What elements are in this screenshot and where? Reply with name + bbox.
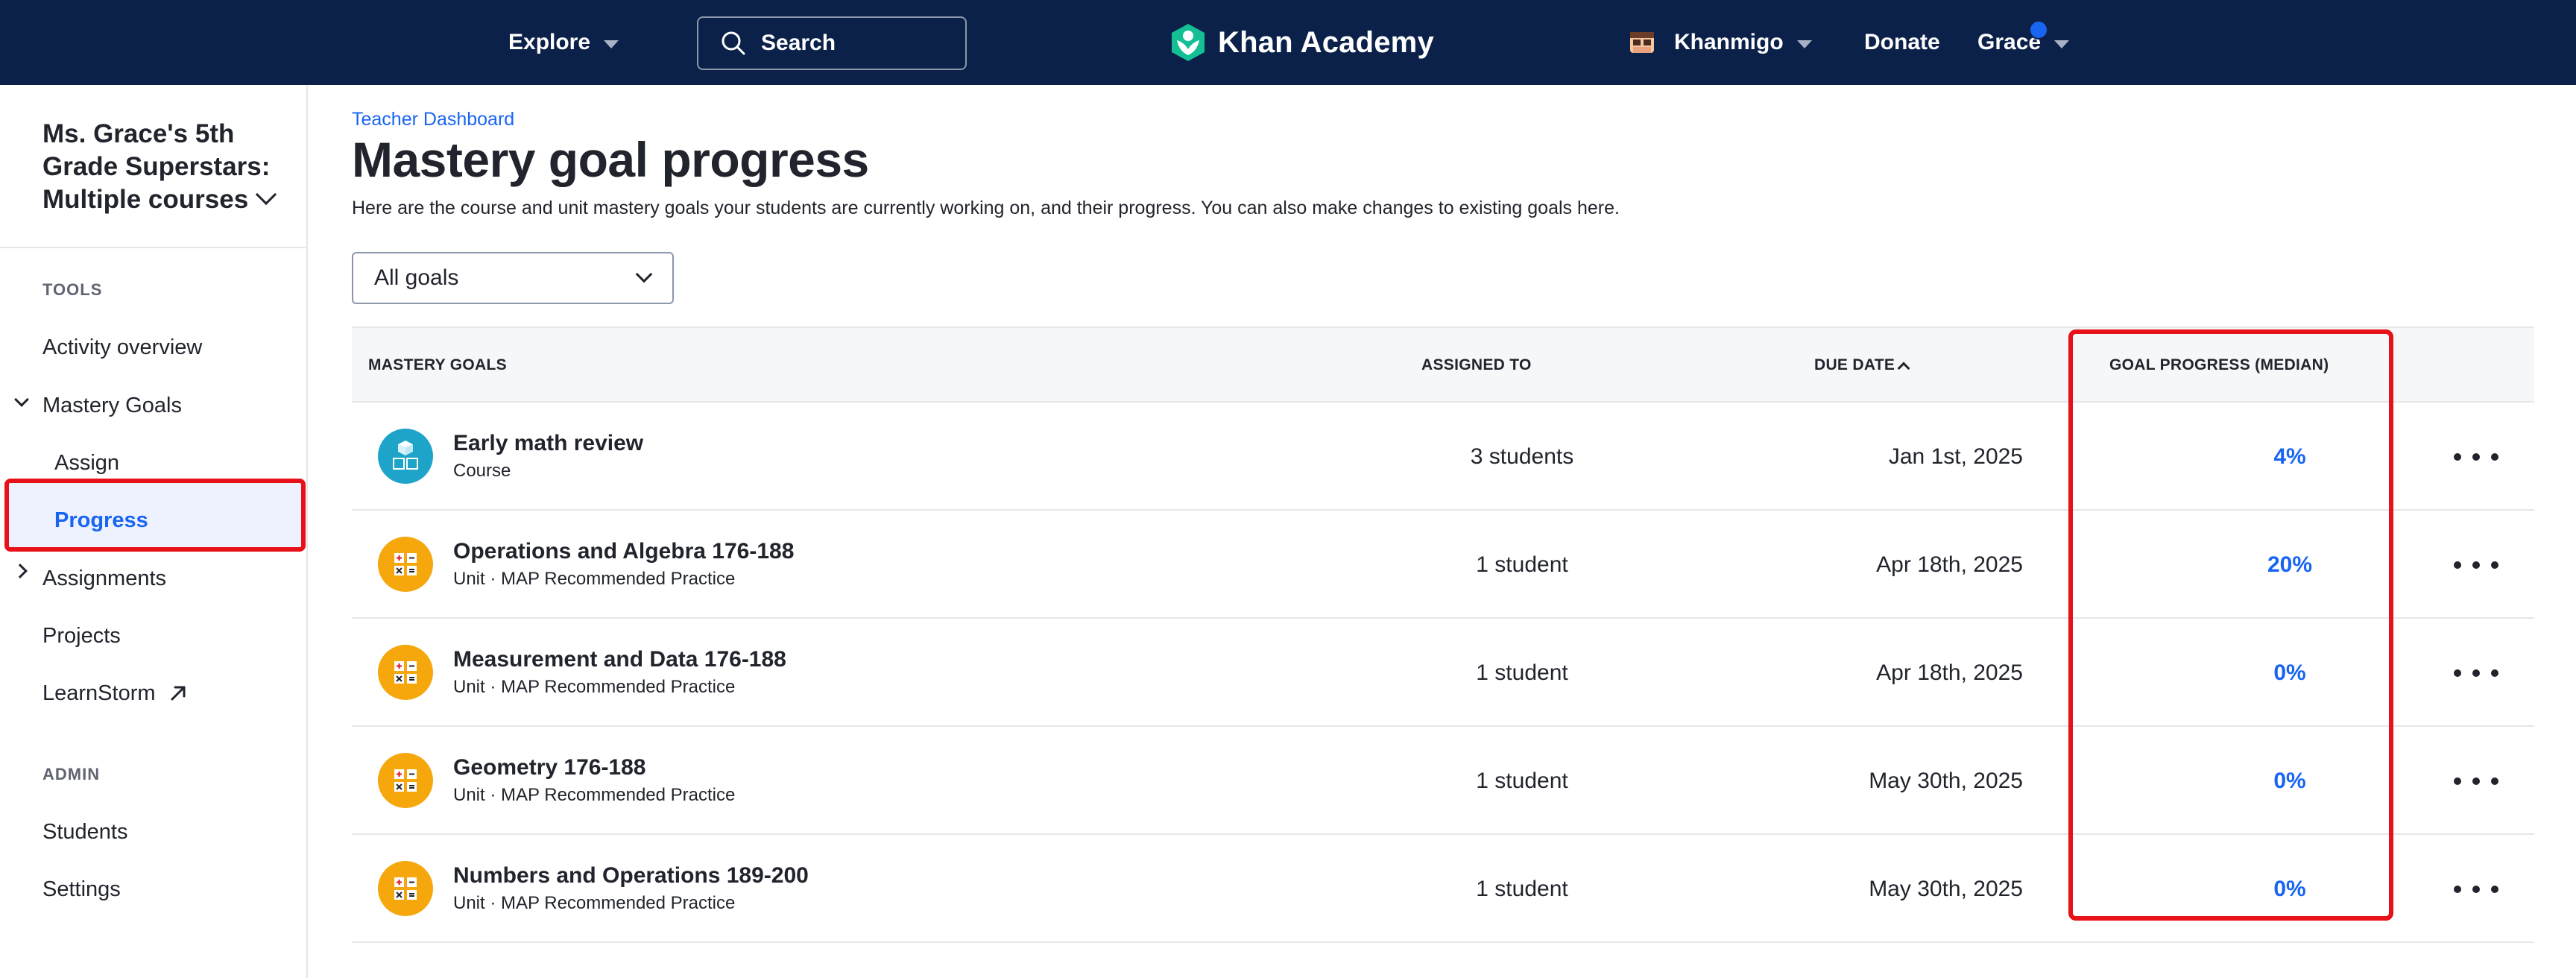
- chevron-down-icon[interactable]: [14, 392, 29, 407]
- goals-filter-value: All goals: [374, 265, 459, 290]
- sort-ascending-icon: [1897, 362, 1910, 375]
- caret-down-icon: [2054, 40, 2070, 48]
- due-date-value: May 30th, 2025: [1869, 768, 2023, 793]
- goal-subtitle: Unit · MAP Recommended Practice: [453, 893, 736, 913]
- search-button[interactable]: Search: [697, 16, 967, 70]
- sidebar-item-assign[interactable]: Assign: [54, 447, 119, 479]
- due-date-value: May 30th, 2025: [1869, 876, 2023, 901]
- sidebar-item-mastery-goals[interactable]: Mastery Goals: [42, 389, 182, 422]
- search-label: Search: [761, 31, 836, 55]
- highlight-box-progress: [4, 479, 306, 552]
- sidebar-item-label: LearnStorm: [42, 681, 156, 705]
- class-selector[interactable]: Ms. Grace's 5th Grade Superstars: Multip…: [42, 118, 288, 216]
- goal-title[interactable]: Measurement and Data 176-188: [453, 647, 786, 672]
- sidebar-item-assignments[interactable]: Assignments: [42, 562, 166, 595]
- user-menu[interactable]: Grace: [1977, 0, 2070, 85]
- sidebar-item-students[interactable]: Students: [42, 815, 127, 848]
- sidebar-item-label: Activity overview: [42, 335, 203, 359]
- khanmigo-label: Khanmigo: [1674, 30, 1784, 54]
- sidebar-item-projects[interactable]: Projects: [42, 619, 121, 652]
- tools-heading: TOOLS: [42, 280, 103, 299]
- donate-link[interactable]: Donate: [1864, 0, 1940, 85]
- more-options-icon[interactable]: [2454, 554, 2498, 576]
- column-header-mastery-goals: MASTERY GOALS: [368, 356, 507, 373]
- chevron-down-icon: [635, 265, 653, 283]
- column-header-assigned-to: ASSIGNED TO: [1421, 356, 1532, 373]
- chevron-down-icon: [256, 183, 277, 206]
- caret-down-icon: [604, 40, 619, 48]
- sidebar-item-label: Students: [42, 819, 128, 844]
- due-date-value: Apr 18th, 2025: [1876, 660, 2023, 685]
- due-date-value: Jan 1st, 2025: [1888, 444, 2023, 469]
- column-header-label: DUE DATE: [1814, 356, 1895, 373]
- notification-dot: [2029, 20, 2048, 40]
- external-link-icon: [171, 686, 186, 701]
- khanmigo-avatar-icon: [1630, 32, 1654, 53]
- goal-subtitle: Unit · MAP Recommended Practice: [453, 677, 736, 697]
- column-header-due-date[interactable]: DUE DATE: [1814, 328, 1910, 403]
- unit-icon: [378, 861, 433, 916]
- unit-icon: [378, 753, 433, 808]
- admin-heading: ADMIN: [42, 765, 101, 783]
- page-description: Here are the course and unit mastery goa…: [352, 198, 1620, 218]
- due-date-value: Apr 18th, 2025: [1876, 552, 2023, 577]
- sidebar-item-label: Mastery Goals: [42, 393, 182, 417]
- page-title: Mastery goal progress: [352, 132, 869, 187]
- goal-title[interactable]: Geometry 176-188: [453, 755, 646, 780]
- highlight-box-goal-progress: [2068, 329, 2393, 921]
- unit-icon: [378, 645, 433, 700]
- sidebar-divider: [0, 247, 306, 248]
- sidebar-item-activity-overview[interactable]: Activity overview: [42, 331, 202, 364]
- logo-text: Khan Academy: [1218, 25, 1434, 59]
- goal-subtitle: Course: [453, 461, 511, 481]
- sidebar-item-label: Projects: [42, 623, 121, 648]
- explore-menu[interactable]: Explore: [508, 0, 619, 85]
- goal-title[interactable]: Operations and Algebra 176-188: [453, 539, 794, 564]
- goals-filter-dropdown[interactable]: All goals: [352, 252, 674, 304]
- sidebar-item-label: Assignments: [42, 566, 167, 590]
- sidebar-item-learnstorm[interactable]: LearnStorm: [42, 677, 187, 710]
- more-options-icon[interactable]: [2454, 878, 2498, 900]
- more-options-icon[interactable]: [2454, 446, 2498, 468]
- goal-subtitle: Unit · MAP Recommended Practice: [453, 569, 736, 589]
- sidebar-item-settings[interactable]: Settings: [42, 873, 121, 906]
- top-navigation-bar: Explore Search Khan Academy Khanmigo Don…: [0, 0, 2576, 85]
- explore-label: Explore: [508, 30, 591, 54]
- caret-down-icon: [1796, 40, 1812, 48]
- more-options-icon[interactable]: [2454, 662, 2498, 684]
- class-name: Ms. Grace's 5th Grade Superstars: Multip…: [42, 119, 271, 214]
- khanmigo-menu[interactable]: Khanmigo: [1629, 0, 1812, 85]
- donate-label: Donate: [1864, 30, 1940, 54]
- chevron-right-icon[interactable]: [13, 564, 28, 578]
- search-icon: [722, 31, 745, 55]
- goal-subtitle: Unit · MAP Recommended Practice: [453, 785, 736, 805]
- goal-title[interactable]: Numbers and Operations 189-200: [453, 863, 809, 889]
- goal-title[interactable]: Early math review: [453, 431, 643, 456]
- breadcrumb-teacher-dashboard[interactable]: Teacher Dashboard: [352, 109, 514, 130]
- khan-academy-logo[interactable]: Khan Academy: [1170, 0, 1434, 85]
- sidebar-item-label: Settings: [42, 877, 121, 901]
- khan-academy-logo-icon: [1172, 24, 1205, 61]
- unit-icon: [378, 537, 433, 592]
- course-icon: [378, 429, 433, 484]
- sidebar-item-label: Assign: [54, 450, 120, 475]
- more-options-icon[interactable]: [2454, 770, 2498, 792]
